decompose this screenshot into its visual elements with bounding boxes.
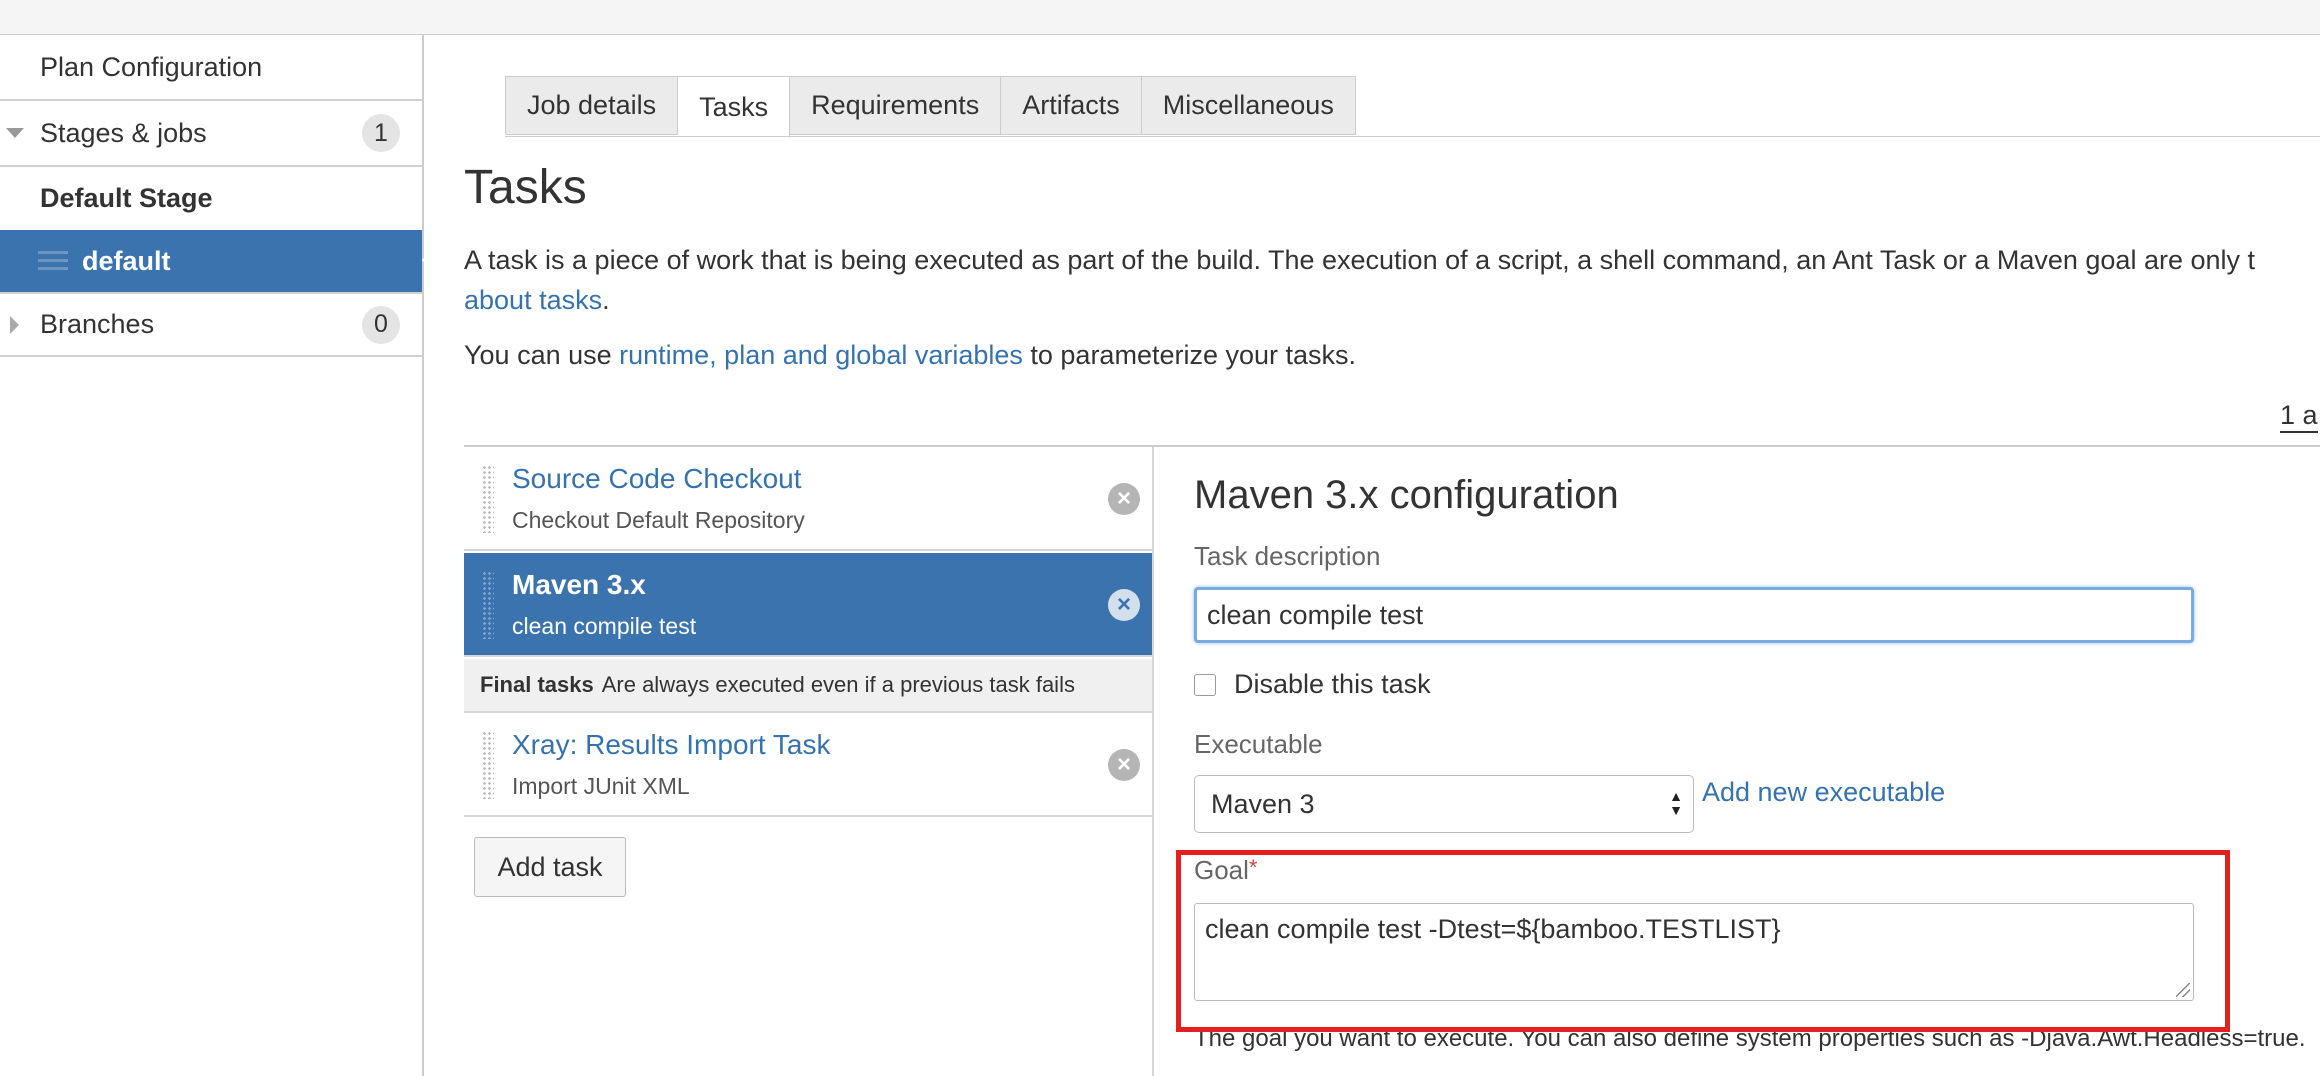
goal-help-text: The goal you want to execute. You can al…	[1194, 1025, 2306, 1052]
task-description: Checkout Default Repository	[512, 507, 805, 533]
task-description-label: Task description	[1194, 541, 1381, 571]
task-name[interactable]: Maven 3.x	[512, 569, 646, 601]
delete-icon[interactable]: ×	[1108, 589, 1140, 621]
drag-handle-icon[interactable]	[482, 465, 494, 533]
variables-hint: You can use runtime, plan and global var…	[464, 340, 1356, 371]
branches-count-badge: 0	[362, 305, 400, 344]
sidebar-item-label: Stages & jobs	[40, 117, 207, 148]
sidebar-item-plan-configuration[interactable]: Plan Configuration	[0, 35, 422, 101]
variables-link[interactable]: runtime, plan and global variables	[619, 340, 1023, 370]
sidebar: Plan Configuration Stages & jobs 1 Defau…	[0, 35, 434, 1076]
executable-value: Maven 3	[1211, 788, 1315, 819]
chevron-right-icon[interactable]	[10, 315, 19, 334]
disable-task-label[interactable]: Disable this task	[1234, 669, 1431, 700]
sidebar-item-label: Default Stage	[40, 183, 213, 213]
delete-icon[interactable]: ×	[1108, 483, 1140, 515]
vars-suffix: to parameterize your tasks.	[1022, 340, 1357, 370]
goal-value: clean compile test -Dtest=${bamboo.TESTL…	[1205, 914, 1781, 944]
tab-tasks[interactable]: Tasks	[678, 76, 791, 138]
config-title: Maven 3.x configuration	[1194, 473, 1619, 517]
sidebar-item-label: Branches	[40, 309, 155, 339]
final-tasks-label: Final tasks	[480, 672, 594, 697]
disable-task-checkbox[interactable]	[1194, 673, 1216, 696]
active-pointer-icon	[422, 247, 434, 273]
required-mark: *	[1248, 855, 1258, 880]
task-config-panel: Maven 3.x configuration Task description…	[1152, 447, 2320, 1076]
task-item-xray-import[interactable]: Xray: Results Import Task Import JUnit X…	[464, 713, 1152, 817]
top-bar	[0, 0, 2320, 35]
drag-handle-icon[interactable]	[482, 731, 494, 799]
task-item-source-code-checkout[interactable]: Source Code Checkout Checkout Default Re…	[464, 447, 1152, 551]
sidebar-item-label: Plan Configuration	[40, 51, 263, 82]
drag-handle-icon[interactable]	[482, 571, 494, 639]
delete-icon[interactable]: ×	[1108, 749, 1140, 781]
tab-divider	[505, 136, 2320, 137]
tab-requirements[interactable]: Requirements	[790, 76, 1002, 135]
sidebar-item-default-job[interactable]: default	[0, 230, 434, 292]
final-tasks-header: Final tasks Are always executed even if …	[464, 659, 1152, 713]
tab-job-details[interactable]: Job details	[505, 76, 679, 135]
final-tasks-note: Are always executed even if a previous t…	[601, 672, 1075, 697]
list-icon	[38, 251, 68, 271]
sidebar-item-default-stage[interactable]: Default Stage	[0, 167, 422, 230]
job-tabs: Job details Tasks Requirements Artifacts…	[505, 76, 1356, 138]
disable-task-row: Disable this task	[1194, 669, 1431, 700]
page-title: Tasks	[464, 161, 587, 214]
task-description: clean compile test	[512, 613, 697, 639]
tab-artifacts[interactable]: Artifacts	[1001, 76, 1142, 135]
add-task-button[interactable]: Add task	[474, 837, 626, 897]
about-tasks-link[interactable]: about tasks	[464, 285, 602, 315]
add-executable-link[interactable]: Add new executable	[1702, 777, 1945, 808]
tasks-intro: A task is a piece of work that is being …	[464, 240, 2320, 320]
goal-label-text: Goal	[1194, 855, 1249, 885]
task-name[interactable]: Source Code Checkout	[512, 463, 802, 495]
task-description-input[interactable]	[1194, 587, 2194, 643]
task-item-maven[interactable]: Maven 3.x clean compile test ×	[464, 553, 1152, 657]
tab-miscellaneous[interactable]: Miscellaneous	[1141, 76, 1356, 135]
executable-select[interactable]: Maven 3 ▲ ▼	[1194, 775, 1694, 833]
sidebar-item-label: default	[82, 245, 171, 276]
intro-text: A task is a piece of work that is being …	[464, 245, 2256, 275]
chevron-down-icon[interactable]	[6, 128, 24, 138]
goal-textarea[interactable]: clean compile test -Dtest=${bamboo.TESTL…	[1194, 903, 2194, 1001]
task-counter: 1 a	[2280, 400, 2318, 433]
task-description: Import JUnit XML	[512, 773, 690, 799]
sidebar-item-stages-jobs[interactable]: Stages & jobs 1	[0, 101, 422, 167]
select-arrows-icon: ▲ ▼	[1669, 788, 1683, 818]
stages-count-badge: 1	[362, 114, 400, 152]
intro-end: .	[602, 285, 610, 315]
task-name[interactable]: Xray: Results Import Task	[512, 729, 830, 761]
sidebar-item-branches[interactable]: Branches 0	[0, 292, 422, 357]
goal-label: Goal*	[1194, 855, 1257, 886]
resize-handle-icon[interactable]	[2176, 983, 2190, 997]
vars-prefix: You can use	[464, 340, 620, 370]
executable-label: Executable	[1194, 729, 1323, 759]
